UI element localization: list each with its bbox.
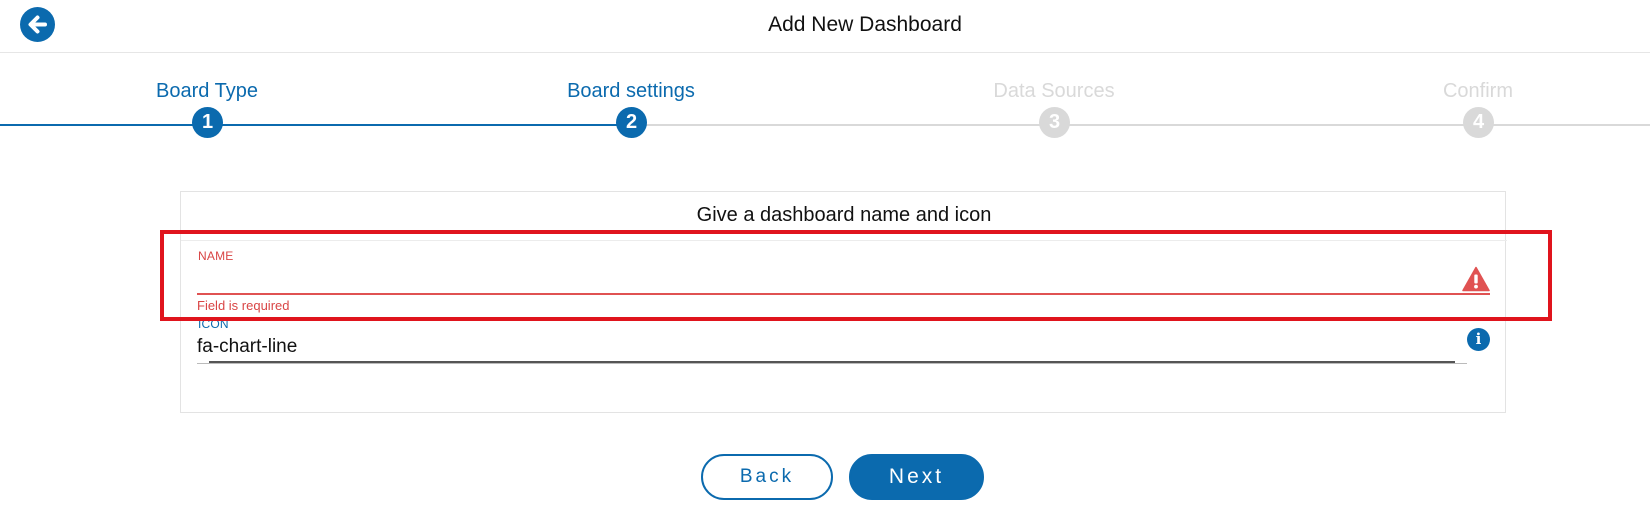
form-card: Give a dashboard name and icon xyxy=(180,191,1507,413)
step-circle-4: 4 xyxy=(1463,107,1494,138)
step-label-data-sources: Data Sources xyxy=(993,80,1115,102)
icon-input[interactable] xyxy=(197,334,1447,360)
stepper-remaining-line xyxy=(632,124,1650,126)
icon-field-label: ICON xyxy=(198,317,229,331)
back-step-button[interactable]: Back xyxy=(701,454,833,500)
step-circle-3: 3 xyxy=(1039,107,1070,138)
page-title: Add New Dashboard xyxy=(768,13,962,36)
next-button[interactable]: Next xyxy=(849,454,984,500)
name-field-label: NAME xyxy=(198,249,234,263)
icon-input-underline xyxy=(197,363,1467,364)
divider xyxy=(181,240,1507,241)
step-label-board-type[interactable]: Board Type xyxy=(77,80,337,103)
form-title: Give a dashboard name and icon xyxy=(696,204,992,226)
name-error-message: Field is required xyxy=(197,298,290,313)
icon-input-focus-underline xyxy=(209,361,1455,363)
stepper-progress-line xyxy=(0,124,632,126)
info-icon[interactable]: i xyxy=(1467,328,1490,351)
step-circle-2[interactable]: 2 xyxy=(616,107,647,138)
warning-icon xyxy=(1462,266,1490,292)
name-input-underline xyxy=(197,293,1490,295)
step-label-confirm: Confirm xyxy=(1442,80,1513,102)
header-bar: Add New Dashboard xyxy=(0,0,1650,53)
step-circle-1[interactable]: 1 xyxy=(192,107,223,138)
name-input[interactable] xyxy=(197,268,1487,294)
step-label-board-settings[interactable]: Board settings xyxy=(501,80,761,103)
